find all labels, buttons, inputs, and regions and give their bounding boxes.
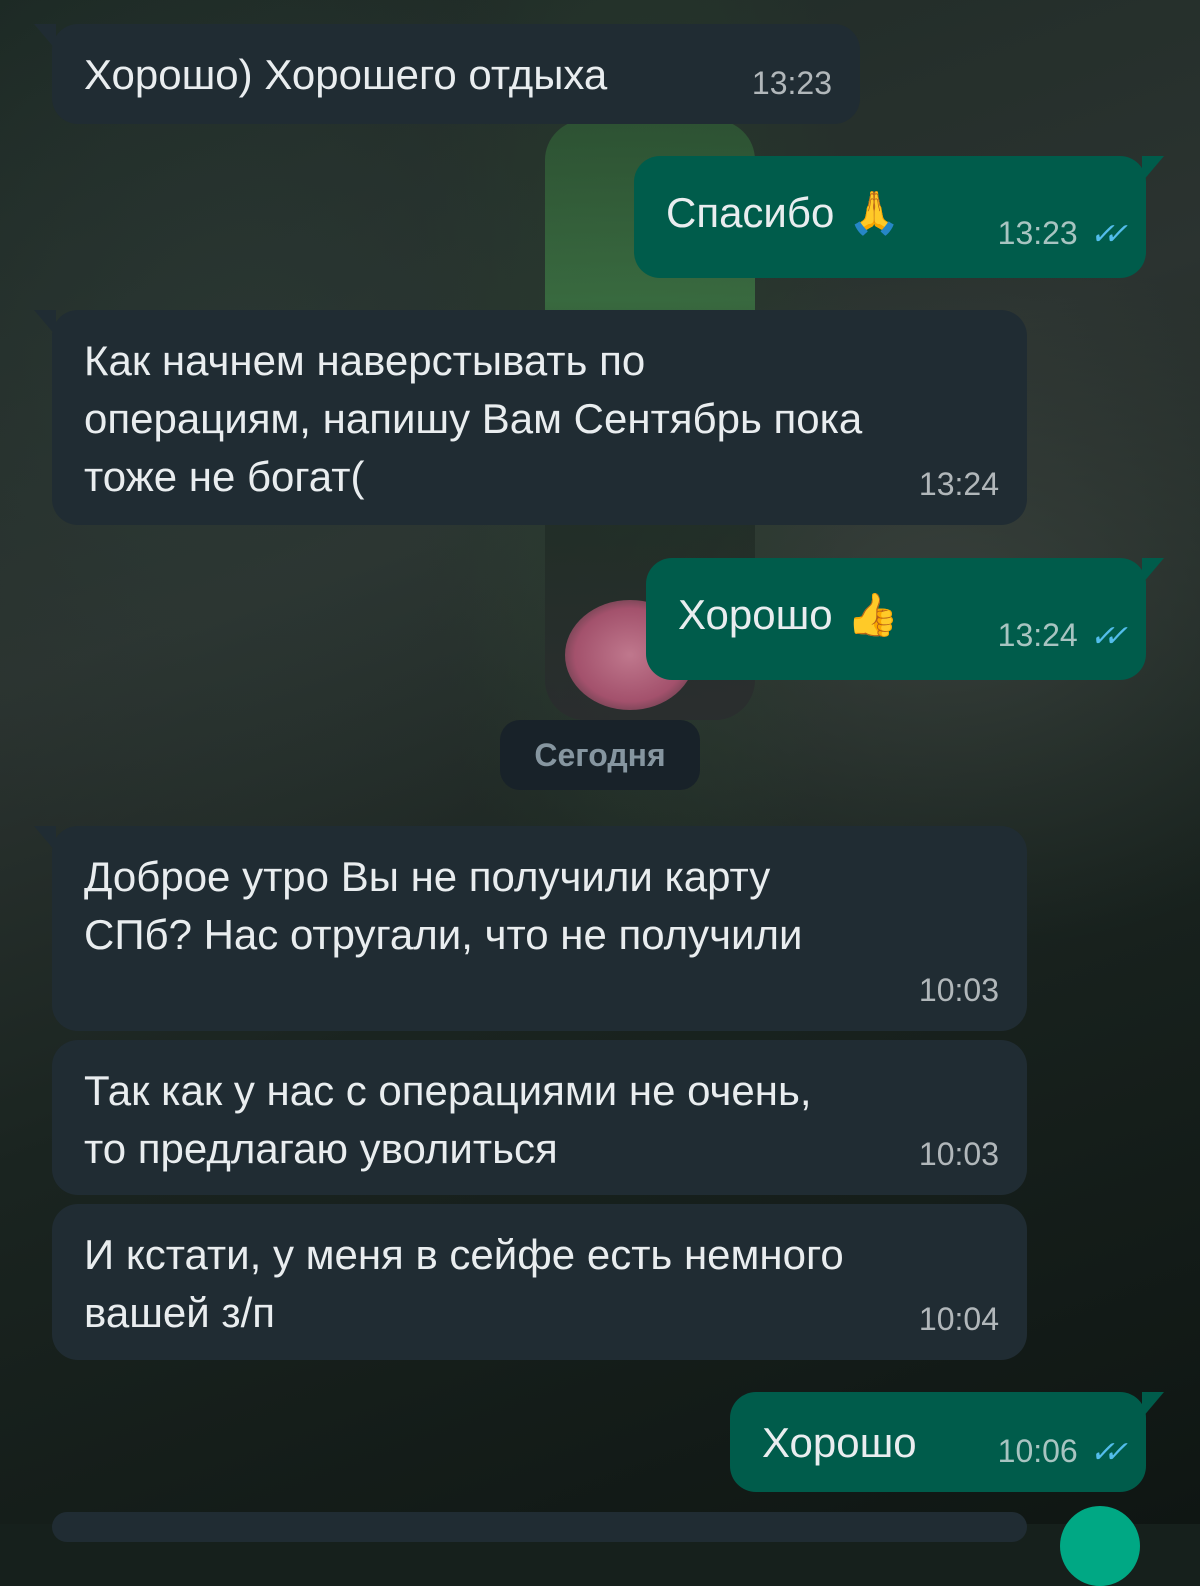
message-incoming[interactable]: Так как у нас с операциями не очень, то … [52, 1040, 1027, 1195]
message-meta: 10:06 ✓✓ [997, 1422, 1128, 1482]
message-time: 13:24 [918, 466, 999, 502]
message-outgoing[interactable]: Хорошо 👍 13:24 ✓✓ [646, 558, 1164, 680]
message-time: 13:24 [997, 617, 1078, 653]
message-text: Хорошо [678, 591, 833, 638]
message-time: 13:23 [751, 65, 832, 101]
message-time: 10:03 [918, 1136, 999, 1172]
message-incoming[interactable]: Как начнем наверстывать по операциям, на… [34, 310, 1027, 525]
message-meta: 13:23 ✓✓ [997, 204, 1128, 264]
thumbs-up-emoji-icon: 👍 [846, 591, 899, 638]
message-meta: 13:24 ✓✓ [997, 606, 1128, 666]
message-incoming[interactable]: И кстати, у меня в сейфе есть немного ва… [52, 1204, 1027, 1360]
message-time: 10:03 [918, 972, 999, 1008]
message-outgoing[interactable]: Спасибо 🙏 13:23 ✓✓ [634, 156, 1164, 278]
date-separator: Сегодня [500, 720, 700, 790]
message-time: 10:04 [918, 1301, 999, 1337]
double-check-icon: ✓✓ [1089, 620, 1128, 653]
message-text: Как начнем наверстывать по операциям, на… [84, 337, 863, 500]
message-incoming[interactable]: Доброе утро Вы не получили карту СПб? На… [34, 826, 1027, 1031]
message-incoming[interactable]: Хорошо) Хорошего отдыха 13:23 [34, 24, 860, 124]
send-button[interactable] [1060, 1506, 1140, 1586]
message-text: Так как у нас с операциями не очень, то … [84, 1067, 812, 1172]
message-text: Хорошо) Хорошего отдыха [84, 51, 608, 98]
double-check-icon: ✓✓ [1089, 1436, 1128, 1469]
message-time: 10:06 [997, 1433, 1078, 1469]
message-text: И кстати, у меня в сейфе есть немного ва… [84, 1231, 844, 1336]
double-check-icon: ✓✓ [1089, 218, 1128, 251]
praying-hands-emoji-icon: 🙏 [848, 189, 901, 236]
message-text: Спасибо [666, 189, 835, 236]
message-time: 13:23 [997, 215, 1078, 251]
message-outgoing[interactable]: Хорошо 10:06 ✓✓ [730, 1392, 1164, 1492]
message-input-bar[interactable] [52, 1512, 1027, 1542]
message-text: Доброе утро Вы не получили карту СПб? На… [84, 853, 803, 958]
